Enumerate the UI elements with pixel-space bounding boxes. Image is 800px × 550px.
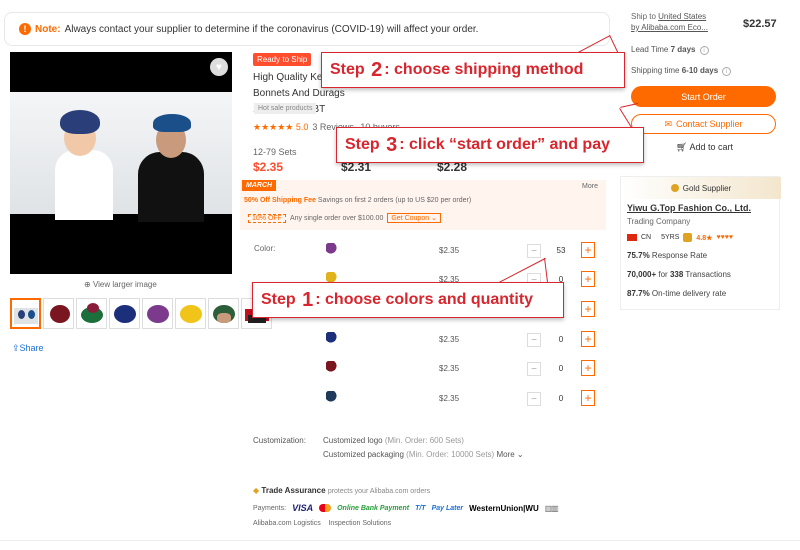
variant-row: $2.35 −0+ [0, 331, 800, 363]
quantity-input[interactable]: 0 [541, 392, 581, 406]
hot-sale-tag: Hot sale products [254, 103, 317, 114]
tier-quantity: 12-79 Sets [253, 147, 297, 157]
divider [0, 540, 800, 541]
decrease-button[interactable]: − [527, 333, 541, 347]
promo-more-link[interactable]: More [582, 183, 598, 190]
flag-icon [627, 234, 637, 241]
increase-button[interactable]: + [581, 271, 595, 287]
march-badge: MARCH [242, 180, 277, 191]
increase-button[interactable]: + [581, 301, 595, 317]
cart-icon: 🛒︎ [676, 142, 688, 152]
variant-price: $2.35 [439, 246, 460, 255]
color-swatch[interactable] [326, 243, 338, 255]
mail-icon: ✉ [664, 118, 672, 129]
quantity-input[interactable]: 0 [541, 362, 581, 376]
payment-methods: Payments: VISA Online Bank Payment T/T P… [253, 503, 559, 513]
color-swatch[interactable] [326, 361, 338, 373]
decrease-button[interactable]: − [527, 362, 541, 376]
start-order-button[interactable]: Start Order [631, 86, 776, 107]
supplier-type: Trading Company [627, 217, 691, 226]
step3-callout: Step 3: click “start order” and pay [336, 127, 644, 163]
heart-icon[interactable]: ♥ [210, 58, 228, 76]
response-rate: 75.7% Response Rate [627, 251, 708, 260]
increase-button[interactable]: + [581, 390, 595, 406]
covid-notice: ! Note: Always contact your supplier to … [4, 12, 610, 46]
transactions: 70,000+ for 338 Transactions [627, 270, 731, 279]
custom-packaging: Customized packaging [323, 450, 404, 459]
contact-supplier-button[interactable]: ✉ Contact Supplier [631, 114, 776, 134]
quantity-input[interactable]: 53 [541, 244, 581, 258]
supplier-card: Gold Supplier Yiwu G.Top Fashion Co., Lt… [620, 176, 781, 310]
increase-button[interactable]: + [581, 360, 595, 376]
variant-price: $2.35 [439, 394, 460, 403]
info-icon: i [722, 67, 732, 76]
variant-row: $2.35 −0+ [0, 390, 800, 422]
increase-button[interactable]: + [581, 331, 595, 347]
video-scene [10, 92, 232, 222]
supplier-name[interactable]: Yiwu G.Top Fashion Co., Ltd. [627, 203, 751, 213]
customization-more-link[interactable]: More ⌄ [496, 450, 523, 459]
notice-text: Always contact your supplier to determin… [64, 23, 479, 35]
logistics-links[interactable]: Alibaba.com Logistics Inspection Solutio… [253, 520, 391, 527]
step2-callout: Step 2: choose shipping method [321, 52, 625, 88]
shipping-time: Shipping time 6-10 days i [631, 66, 732, 76]
info-icon: ! [19, 23, 31, 35]
promo-banner: MARCH More 50% Off Shipping Fee Savings … [240, 180, 606, 230]
color-swatch[interactable] [326, 332, 338, 344]
product-video[interactable] [10, 52, 232, 274]
mastercard-icon [319, 504, 332, 512]
shipping-price: $22.57 [743, 18, 777, 30]
trade-assurance: ◆ Trade Assurance protects your Alibaba.… [253, 486, 431, 495]
ontime-delivery: 87.7% On-time delivery rate [627, 289, 727, 298]
boleto-icon: ▥▥ [544, 503, 559, 513]
star-icons: ★★★★★ [253, 122, 294, 132]
lead-time: Lead Time 7 days i [631, 45, 709, 55]
increase-button[interactable]: + [581, 242, 595, 258]
get-coupon-button[interactable]: Get Coupon ⌄ [387, 213, 441, 223]
gold-supplier-badge: Gold Supplier [621, 177, 781, 199]
info-icon: i [699, 46, 709, 55]
decrease-button[interactable]: − [527, 392, 541, 406]
customization: Customization: Customized logo (Min. Ord… [253, 436, 524, 459]
variant-price: $2.35 [439, 335, 460, 344]
ready-to-ship-badge: Ready to Ship [253, 53, 312, 66]
tier-price-1: $2.35 [253, 160, 284, 174]
step1-callout: Step 1: choose colors and quantity [252, 282, 564, 318]
variant-price: $2.35 [439, 364, 460, 373]
variant-row: $2.35 −0+ [0, 360, 800, 392]
shipping-fee-promo: 50% Off Shipping Fee Savings on first 2 … [244, 197, 472, 204]
discount-row: 10% OFF Any single order over $100.00 Get … [248, 213, 441, 223]
custom-logo: Customized logo [323, 436, 383, 445]
color-swatch[interactable] [326, 391, 338, 403]
supplier-meta: CN 5YRS 4.8★ ♥♥♥♥ [627, 233, 733, 242]
ship-to[interactable]: Ship to United States by Alibaba.com Eco.… [631, 11, 708, 33]
decrease-button[interactable]: − [527, 244, 541, 258]
quantity-input[interactable]: 0 [541, 333, 581, 347]
add-to-cart-button[interactable]: 🛒︎ Add to cart [676, 142, 733, 153]
notice-label: Note: [35, 23, 61, 35]
